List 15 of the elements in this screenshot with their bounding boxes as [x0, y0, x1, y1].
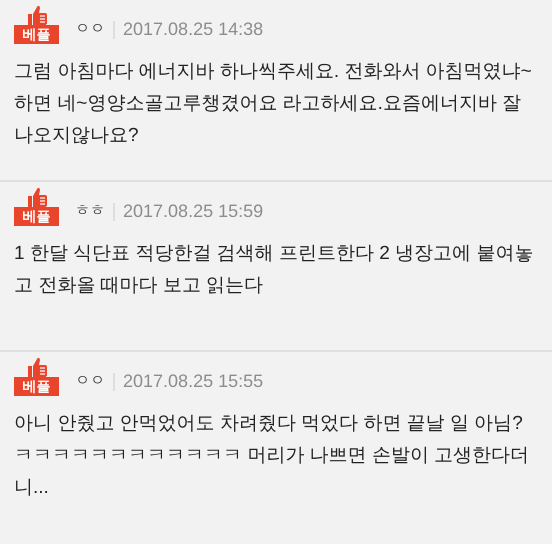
thumbs-up-icon [26, 357, 48, 377]
comment-text: 1 한달 식단표 적당한걸 검색해 프린트한다 2 냉장고에 붙여놓고 전화올 때마다 보고 읽는다 [14, 242, 534, 298]
thumbs-up-icon [26, 187, 48, 207]
best-badge: 베플 [14, 377, 59, 396]
comment-text: 아니 안줬고 안먹었어도 차려줬다 먹었다 하면 끝날 일 아님? ㅋㅋㅋㅋㅋㅋㅋㅋㅋㅋㅋㅋ 머리가 나쁘면 손발이 고생한다더니... [14, 412, 530, 500]
comment-date: 2017.08.25 15:55 [123, 370, 264, 393]
comment-date: 2017.08.25 14:38 [123, 18, 264, 41]
thumbs-up-icon [26, 5, 48, 25]
author-name: ㅎㅎ [75, 201, 105, 222]
author-name: ㅇㅇ [75, 19, 105, 40]
comment-date: 2017.08.25 15:59 [123, 200, 264, 223]
best-badge: 베플 [14, 207, 59, 226]
author-name: ㅇㅇ [75, 371, 105, 392]
comment-text: 그럼 아침마다 에너지바 하나씩주세요. 전화와서 아침먹였냐~하면 네~영양소골고루챙겼어요 라고하세요.요즘에너지바 잘나오지않나요? [14, 60, 533, 148]
best-badge: 베플 [14, 25, 59, 44]
